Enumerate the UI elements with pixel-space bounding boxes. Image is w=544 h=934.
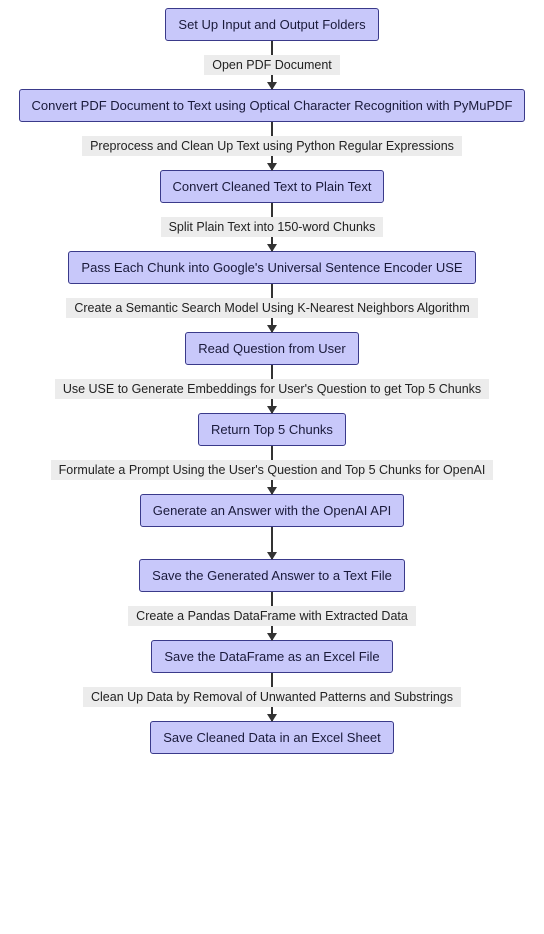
- edge-6: Formulate a Prompt Using the User's Ques…: [51, 446, 494, 494]
- node-save-answer: Save the Generated Answer to a Text File: [139, 559, 405, 592]
- node-return-top5: Return Top 5 Chunks: [198, 413, 346, 446]
- edge-arrow: [271, 480, 273, 494]
- edge-line: [271, 592, 273, 606]
- node-save-excel: Save the DataFrame as an Excel File: [151, 640, 392, 673]
- edge-line: [271, 284, 273, 298]
- edge-line: [271, 365, 273, 379]
- edge-label-create-knn: Create a Semantic Search Model Using K-N…: [66, 298, 477, 318]
- edge-line: [271, 41, 273, 55]
- edge-1: Open PDF Document: [204, 41, 340, 89]
- edge-arrow: [271, 237, 273, 251]
- edge-2: Preprocess and Clean Up Text using Pytho…: [82, 122, 462, 170]
- edge-9: Clean Up Data by Removal of Unwanted Pat…: [83, 673, 461, 721]
- edge-line: [271, 122, 273, 136]
- edge-label-formulate-prompt: Formulate a Prompt Using the User's Ques…: [51, 460, 494, 480]
- node-setup-folders: Set Up Input and Output Folders: [165, 8, 378, 41]
- edge-arrow: [271, 156, 273, 170]
- edge-arrow: [271, 527, 273, 559]
- edge-line: [271, 673, 273, 687]
- edge-line: [271, 446, 273, 460]
- edge-5: Use USE to Generate Embeddings for User'…: [55, 365, 489, 413]
- edge-arrow: [271, 318, 273, 332]
- edge-arrow: [271, 75, 273, 89]
- edge-arrow: [271, 626, 273, 640]
- edge-arrow: [271, 399, 273, 413]
- edge-label-split-chunks: Split Plain Text into 150-word Chunks: [161, 217, 384, 237]
- node-convert-plain-text: Convert Cleaned Text to Plain Text: [160, 170, 385, 203]
- edge-label-preprocess: Preprocess and Clean Up Text using Pytho…: [82, 136, 462, 156]
- edge-label-open-pdf: Open PDF Document: [204, 55, 340, 75]
- edge-label-create-dataframe: Create a Pandas DataFrame with Extracted…: [128, 606, 416, 626]
- node-pass-chunk-use: Pass Each Chunk into Google's Universal …: [68, 251, 475, 284]
- edge-4: Create a Semantic Search Model Using K-N…: [66, 284, 477, 332]
- edge-7: [271, 527, 273, 559]
- node-save-cleaned: Save Cleaned Data in an Excel Sheet: [150, 721, 394, 754]
- edge-8: Create a Pandas DataFrame with Extracted…: [128, 592, 416, 640]
- edge-arrow: [271, 707, 273, 721]
- edge-line: [271, 203, 273, 217]
- edge-label-embeddings: Use USE to Generate Embeddings for User'…: [55, 379, 489, 399]
- edge-3: Split Plain Text into 150-word Chunks: [161, 203, 384, 251]
- node-generate-answer: Generate an Answer with the OpenAI API: [140, 494, 404, 527]
- node-read-question: Read Question from User: [185, 332, 358, 365]
- edge-label-cleanup-data: Clean Up Data by Removal of Unwanted Pat…: [83, 687, 461, 707]
- flowchart-container: Set Up Input and Output Folders Open PDF…: [0, 0, 544, 762]
- node-convert-pdf-ocr: Convert PDF Document to Text using Optic…: [19, 89, 526, 122]
